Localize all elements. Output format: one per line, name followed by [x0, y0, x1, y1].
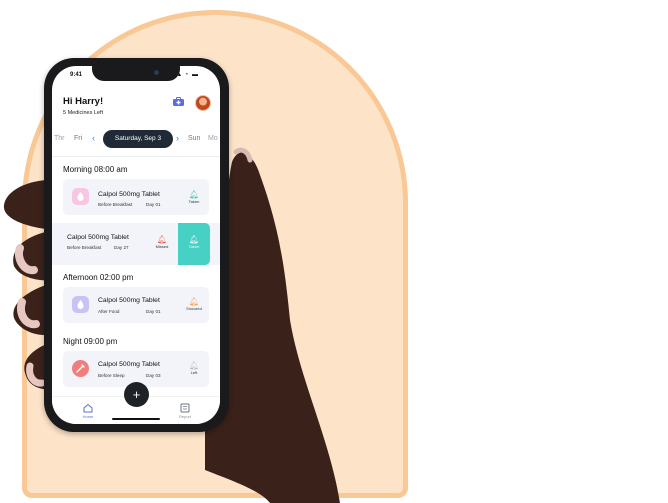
- chevron-right-icon[interactable]: ›: [176, 133, 179, 143]
- medicine-timing: After Food: [98, 309, 120, 314]
- status-snoozed[interactable]: 🔔︎ Snoozed: [182, 297, 206, 311]
- date-selector: Thr Fri ‹ Saturday, Sep 3 › Sun Mo: [52, 130, 220, 148]
- medicine-day: Day 01: [146, 309, 161, 314]
- section-morning: Morning 08:00 am: [63, 165, 128, 174]
- day-friday[interactable]: Fri: [74, 135, 82, 142]
- home-icon: [83, 403, 93, 413]
- section-night: Night 09:00 pm: [63, 337, 118, 346]
- bell-icon: 🔔︎: [156, 235, 168, 244]
- medicine-timing: Before Breakfast: [98, 202, 133, 207]
- medicine-card[interactable]: Calpol 500mg Tablet After Food Day 01 🔔︎…: [63, 287, 209, 323]
- status-left[interactable]: 🔔︎ Left: [182, 361, 206, 375]
- selected-date-pill[interactable]: Saturday, Sep 3: [103, 130, 173, 148]
- home-indicator: [112, 418, 160, 420]
- drop-icon: [72, 296, 89, 313]
- status-label: Left: [190, 370, 198, 375]
- day-sunday[interactable]: Sun: [188, 135, 200, 142]
- bell-icon: 🔔︎: [188, 190, 200, 199]
- medicine-card-swiped[interactable]: Calpol 500mg Tablet Before Breakfast Day…: [52, 223, 220, 265]
- app-screen: 9:41 ▴ ◔ ▬ Hi Harry! 5 Medicines Left Th…: [52, 66, 220, 424]
- swipe-taken-label: 🔔︎ Taken: [182, 235, 206, 249]
- status-icons: ▴ ◔ ▬: [178, 72, 199, 78]
- notch: [92, 66, 180, 81]
- section-afternoon: Afternoon 02:00 pm: [63, 273, 134, 282]
- nav-home[interactable]: Home: [73, 403, 103, 419]
- medicine-name: Calpol 500mg Tablet: [67, 234, 129, 241]
- bell-icon: 🔔︎: [188, 235, 200, 244]
- medicine-name: Calpol 500mg Tablet: [98, 191, 160, 198]
- status-taken[interactable]: 🔔︎ Taken: [182, 190, 206, 204]
- medicine-name: Calpol 500mg Tablet: [98, 361, 160, 368]
- bell-icon: 🔔︎: [188, 297, 200, 306]
- medicine-name: Calpol 500mg Tablet: [98, 297, 160, 304]
- day-monday[interactable]: Mo: [208, 135, 218, 142]
- medicine-day: Day 01: [146, 202, 161, 207]
- bell-icon: 🔔︎: [188, 361, 200, 370]
- medicine-day: Day 03: [146, 373, 161, 378]
- medicine-timing: Before Breakfast: [67, 245, 102, 250]
- medicine-card[interactable]: Calpol 500mg Tablet Before Breakfast Day…: [63, 179, 209, 215]
- day-thursday[interactable]: Thr: [54, 135, 65, 142]
- user-avatar[interactable]: [195, 95, 211, 111]
- swipe-taken-action[interactable]: 🔔︎ Taken: [178, 223, 210, 265]
- divider: [52, 156, 220, 157]
- chevron-left-icon[interactable]: ‹: [92, 133, 95, 143]
- swipe-label: Taken: [188, 244, 200, 249]
- medicine-day: Day 27: [114, 245, 129, 250]
- status-label: Missed: [155, 244, 169, 249]
- status-missed[interactable]: 🔔︎ Missed: [150, 235, 174, 249]
- nav-report[interactable]: Report: [170, 403, 200, 419]
- greeting-title: Hi Harry!: [63, 96, 104, 107]
- status-time: 9:41: [70, 72, 83, 78]
- medicine-timing: Before Sleep: [98, 373, 125, 378]
- nav-report-label: Report: [178, 414, 191, 419]
- status-label: Taken: [188, 199, 200, 204]
- syringe-icon: [72, 360, 89, 377]
- add-medicine-button[interactable]: +: [124, 382, 149, 407]
- drop-icon: [72, 188, 89, 205]
- status-label: Snoozed: [186, 306, 202, 311]
- nav-home-label: Home: [82, 414, 94, 419]
- camera-dot: [154, 70, 159, 75]
- report-icon: [180, 403, 190, 413]
- medicines-left-count: 5 Medicines Left: [63, 110, 104, 116]
- medical-kit-icon[interactable]: [173, 97, 184, 106]
